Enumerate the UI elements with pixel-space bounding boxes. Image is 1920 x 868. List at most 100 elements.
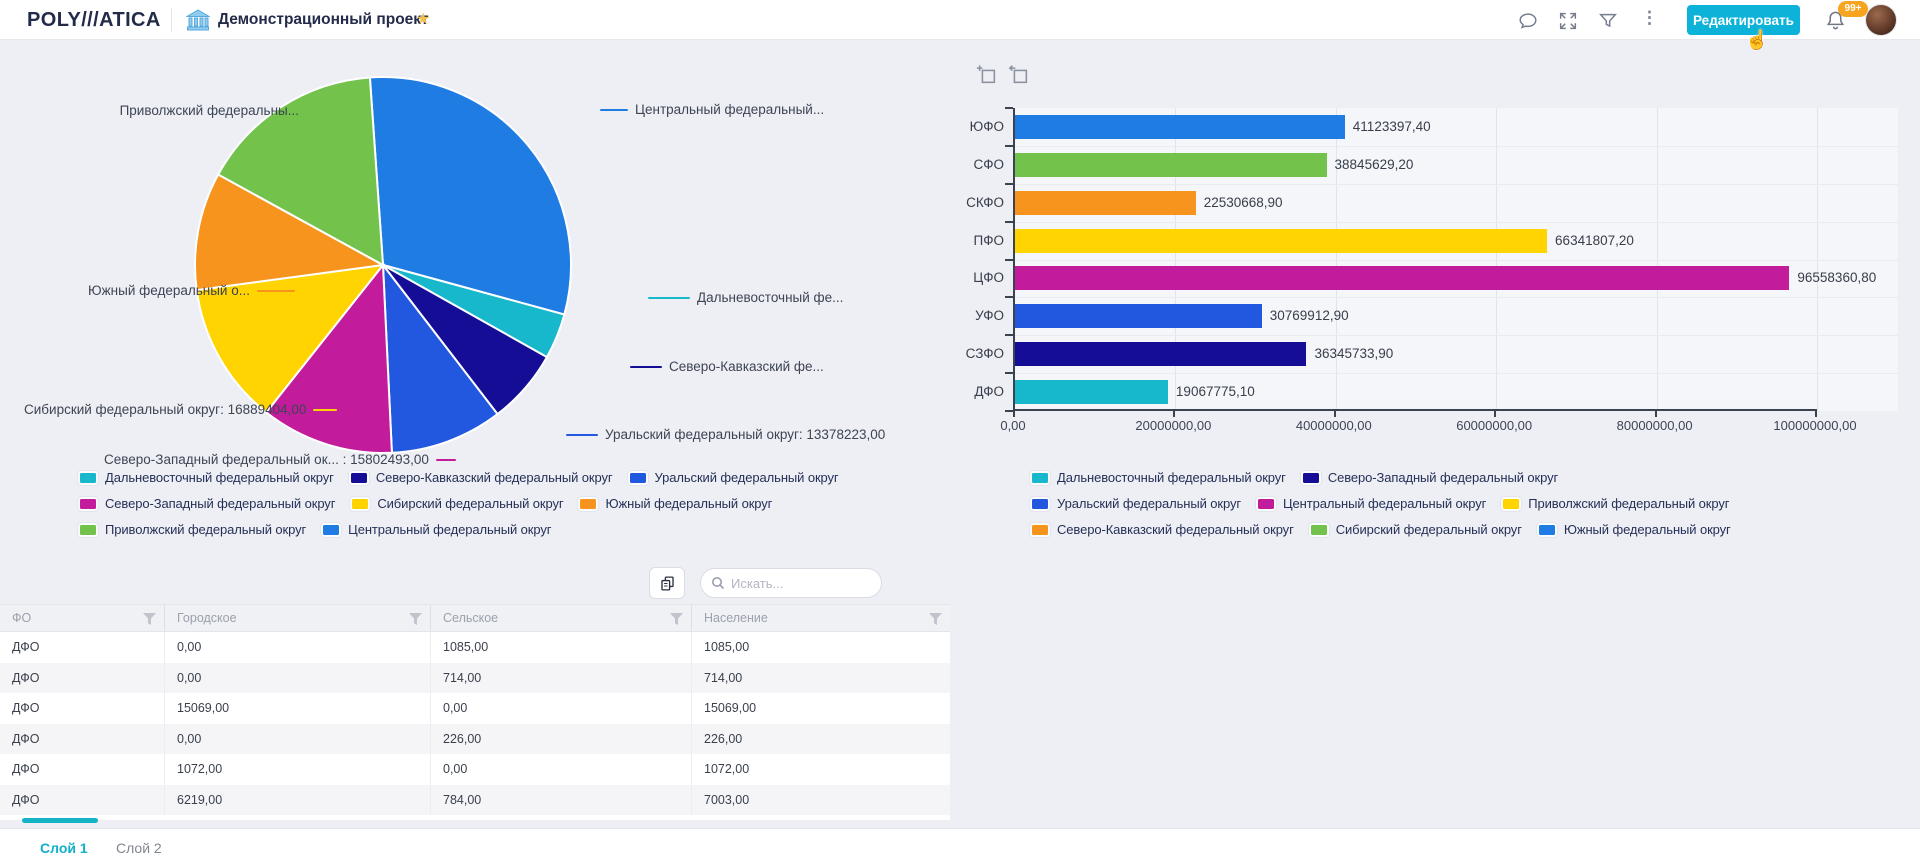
legend-swatch xyxy=(348,470,369,485)
legend-item[interactable]: Северо-Западный федеральный округ xyxy=(78,496,335,511)
table-row[interactable]: ДФО 0,00 226,00 226,00 xyxy=(0,723,950,754)
bar-СКФО[interactable] xyxy=(1015,190,1196,215)
legend-item[interactable]: Центральный федеральный округ xyxy=(321,522,551,537)
table-row[interactable]: ДФО 15069,00 0,00 15069,00 xyxy=(0,693,950,724)
legend-label: Южный федеральный округ xyxy=(605,496,773,511)
category-label: ДФО xyxy=(974,384,1004,400)
table-row[interactable]: ДФО 0,00 1085,00 1085,00 xyxy=(0,632,950,663)
legend-item[interactable]: Приволжский федеральный округ xyxy=(78,522,306,537)
category-label: ПФО xyxy=(973,232,1004,248)
column-title: Сельское xyxy=(443,611,499,625)
column-header-ФО[interactable]: ФО xyxy=(0,605,165,631)
legend-item[interactable]: Южный федеральный округ xyxy=(578,496,772,511)
callout-line xyxy=(600,108,628,111)
legend-swatch xyxy=(321,522,342,537)
category-label: ЮФО xyxy=(969,118,1004,134)
comment-icon[interactable] xyxy=(1517,10,1539,32)
column-header-Городское[interactable]: Городское xyxy=(165,605,431,631)
callout-line xyxy=(648,296,690,299)
column-header-Сельское[interactable]: Сельское xyxy=(431,605,692,631)
filter-icon[interactable] xyxy=(1597,10,1619,32)
table-cell: 1072,00 xyxy=(165,754,431,785)
legend-item[interactable]: Дальневосточный федеральный округ xyxy=(1030,470,1286,485)
legend-swatch xyxy=(1308,522,1329,537)
legend-item[interactable]: Южный федеральный округ xyxy=(1536,522,1731,537)
table-cell: 226,00 xyxy=(431,723,692,754)
column-filter-icon[interactable] xyxy=(143,613,156,625)
row-separator xyxy=(1015,259,1898,261)
column-filter-icon[interactable] xyxy=(929,613,942,625)
x-axis-tickmark xyxy=(1494,411,1497,417)
table-cell: 0,00 xyxy=(431,754,692,785)
bar-УФО[interactable] xyxy=(1015,304,1262,329)
bar-value-label: 19067775,10 xyxy=(1175,384,1255,400)
legend-swatch xyxy=(350,496,371,511)
fullscreen-icon[interactable] xyxy=(1557,10,1579,32)
bar-value-label: 36345733,90 xyxy=(1314,346,1394,362)
legend-swatch xyxy=(78,522,98,537)
x-axis-label: 60000000,00 xyxy=(1456,418,1533,433)
bar-ДФО[interactable] xyxy=(1015,380,1168,405)
copy-table-button[interactable] xyxy=(649,567,685,599)
search-input[interactable] xyxy=(731,575,861,591)
tab-layer-2[interactable]: Слой 2 xyxy=(116,840,162,856)
edit-button[interactable]: Редактировать xyxy=(1687,5,1800,35)
pie-callout: Уральский федеральный округ: 13378223,00 xyxy=(566,427,885,442)
table-cell: 1072,00 xyxy=(704,762,750,777)
row-separator xyxy=(1015,145,1898,147)
legend-item[interactable]: Дальневосточный федеральный округ xyxy=(78,470,334,485)
table-row[interactable]: ДФО 1072,00 0,00 1072,00 xyxy=(0,754,950,785)
bank-building-icon xyxy=(186,9,210,31)
bar-СФО[interactable] xyxy=(1015,152,1327,177)
bar-ЮФО[interactable] xyxy=(1015,114,1345,139)
legend-label: Северо-Западный федеральный округ xyxy=(1327,470,1559,485)
bar-ЦФО[interactable] xyxy=(1015,266,1790,291)
legend-label: Южный федеральный округ xyxy=(1563,522,1731,537)
more-options-icon[interactable]: ⋮ xyxy=(1641,8,1658,28)
column-filter-icon[interactable] xyxy=(670,613,683,625)
row-separator xyxy=(1015,221,1898,223)
zoom-selection-icon[interactable] xyxy=(976,64,998,86)
bar-value-label: 22530668,90 xyxy=(1203,194,1283,210)
legend-item[interactable]: Приволжский федеральный округ xyxy=(1501,496,1730,511)
legend-swatch xyxy=(1256,496,1277,511)
row-separator xyxy=(1015,335,1898,337)
table-row[interactable]: ДФО 6219,00 784,00 7003,00 xyxy=(0,784,950,815)
x-axis-tickmark xyxy=(1815,411,1817,417)
callout-line xyxy=(256,289,295,292)
legend-label: Центральный федеральный округ xyxy=(348,522,552,537)
legend-item[interactable]: Сибирский федеральный округ xyxy=(1308,522,1522,537)
legend-item[interactable]: Северо-Кавказский федеральный округ xyxy=(348,470,613,485)
legend-row: Уральский федеральный округ Центральный ф… xyxy=(1030,496,1731,511)
category-label: СЗФО xyxy=(965,346,1004,362)
legend-item[interactable]: Северо-Кавказский федеральный округ xyxy=(1030,522,1294,537)
table-cell: 6219,00 xyxy=(165,784,431,815)
bar-ПФО[interactable] xyxy=(1015,228,1548,253)
reset-selection-icon[interactable] xyxy=(1008,64,1030,86)
tab-layer-1[interactable]: Слой 1 xyxy=(40,840,88,856)
legend-item[interactable]: Сибирский федеральный округ xyxy=(350,496,564,511)
y-axis-tick xyxy=(1005,410,1013,412)
legend-item[interactable]: Уральский федеральный округ xyxy=(1030,496,1241,511)
x-axis-label: 80000000,00 xyxy=(1616,418,1693,433)
bar-chart: 41123397,40 38845629,20 22530668,90 6634180… xyxy=(1005,107,1898,412)
y-axis-tick xyxy=(1005,144,1013,147)
table-cell: 15069,00 xyxy=(165,693,431,724)
callout-line xyxy=(435,458,456,461)
table-row[interactable]: ДФО 0,00 714,00 714,00 xyxy=(0,662,950,693)
legend-swatch xyxy=(78,496,98,511)
horizontal-scrollbar-thumb[interactable] xyxy=(22,818,98,823)
legend-row: Северо-Западный федеральный округ Сибирск… xyxy=(78,496,839,511)
bar-СЗФО[interactable] xyxy=(1015,342,1307,367)
legend-item[interactable]: Центральный федеральный округ xyxy=(1256,496,1486,511)
column-filter-icon[interactable] xyxy=(409,613,422,625)
table-cell: ДФО xyxy=(0,693,165,724)
avatar[interactable] xyxy=(1866,5,1896,35)
legend-swatch xyxy=(1536,522,1557,537)
legend-item[interactable]: Северо-Западный федеральный округ xyxy=(1300,470,1559,485)
column-header-Население[interactable]: Население xyxy=(692,605,950,631)
polymatica-logo[interactable]: POLY///ATICA xyxy=(27,9,161,32)
callout-line xyxy=(313,408,338,411)
favorite-star-icon[interactable]: ★ xyxy=(416,9,430,29)
legend-item[interactable]: Уральский федеральный округ xyxy=(627,470,839,485)
